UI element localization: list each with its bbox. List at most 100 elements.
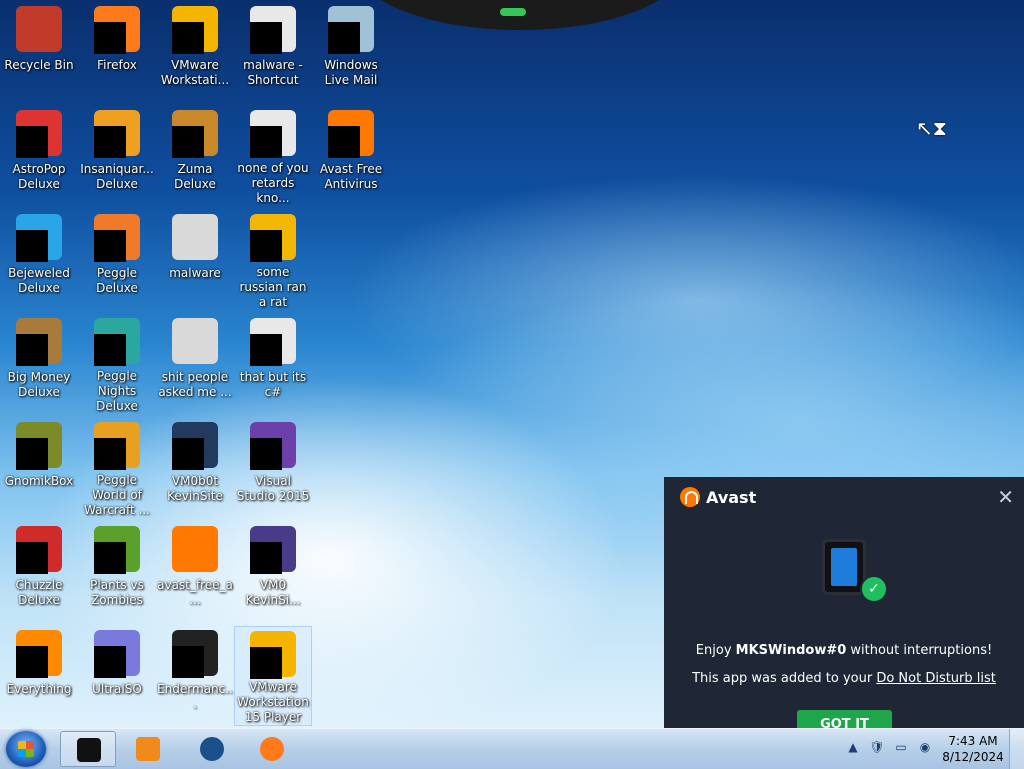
desktop-icon[interactable]: Peggle World of Warcraft ...: [78, 418, 156, 518]
desktop-icon[interactable]: VMware Workstati...: [156, 2, 234, 102]
app-icon: [92, 422, 142, 471]
desktop-icon-label: Peggle Nights Deluxe: [96, 369, 138, 413]
status-led: [500, 8, 526, 16]
app-icon: [248, 318, 298, 368]
desktop-icon[interactable]: Insaniquar... Deluxe: [78, 106, 156, 206]
desktop-icon[interactable]: Visual Studio 2015: [234, 418, 312, 518]
desktop-icon[interactable]: Recycle Bin: [0, 2, 78, 102]
desktop-icon-label: shit people asked me ...: [158, 370, 232, 399]
redaction-box: [328, 126, 360, 158]
desktop-icon[interactable]: UltraISO: [78, 626, 156, 726]
desktop-icon[interactable]: none of you retards kno...: [234, 106, 312, 206]
tray-icon[interactable]: ▲: [845, 739, 861, 755]
avast-brand-name: Avast: [706, 487, 757, 507]
desktop-icon-label: some russian ran a rat: [239, 265, 307, 309]
app-icon: [248, 110, 298, 159]
desktop-icon-label: malware: [169, 266, 221, 280]
redaction-box: [16, 334, 48, 366]
show-desktop-button[interactable]: [1009, 729, 1024, 769]
desktop-icon[interactable]: shit people asked me ...: [156, 314, 234, 414]
desktop-icon[interactable]: Plants vs Zombies: [78, 522, 156, 622]
clock-time: 7:43 AM: [948, 734, 998, 748]
taskbar: ▲ 🛡 ▭ ◉ 7:43 AM 8/12/2024: [0, 728, 1024, 769]
desktop-icon[interactable]: Avast Free Antivirus: [312, 106, 390, 206]
notification-detail: This app was added to your Do Not Distur…: [692, 671, 996, 686]
desktop-icon-label: VM0b0t KevinSite: [167, 474, 223, 503]
tray-icon[interactable]: ▭: [893, 739, 909, 755]
desktop-icon[interactable]: Big Money Deluxe: [0, 314, 78, 414]
desktop-icon[interactable]: Peggle Deluxe: [78, 210, 156, 310]
desktop-icon[interactable]: VMware Workstation 15 Player: [234, 626, 312, 726]
close-icon[interactable]: ✕: [997, 485, 1014, 509]
desktop-icon[interactable]: Bejeweled Deluxe: [0, 210, 78, 310]
app-icon: [92, 110, 142, 160]
redaction-box: [250, 438, 282, 470]
taskbar-globe-icon: [200, 737, 224, 761]
desktop-icon[interactable]: Firefox: [78, 2, 156, 102]
desktop-icon[interactable]: avast_free_a...: [156, 522, 234, 622]
got-it-button[interactable]: GOT IT: [797, 710, 892, 728]
desktop-icon-label: Firefox: [97, 58, 137, 72]
desktop-icon[interactable]: Chuzzle Deluxe: [0, 522, 78, 622]
app-icon: [170, 6, 220, 56]
clock[interactable]: 7:43 AM 8/12/2024: [938, 733, 1008, 765]
app-icon: [248, 526, 298, 576]
desktop-icon[interactable]: Everything: [0, 626, 78, 726]
app-icon: [14, 422, 64, 472]
desktop-icon-label: Avast Free Antivirus: [319, 162, 383, 191]
redaction-box: [250, 230, 282, 262]
desktop-icon[interactable]: Endermanc...: [156, 626, 234, 726]
app-icon: [14, 318, 64, 368]
desktop-icon[interactable]: AstroPop Deluxe: [0, 106, 78, 206]
desktop-icon[interactable]: Peggle Nights Deluxe: [78, 314, 156, 414]
taskbar-globe[interactable]: [184, 731, 240, 767]
desktop-icon[interactable]: some russian ran a rat: [234, 210, 312, 310]
app-name: MKSWindow#0: [735, 643, 847, 658]
tray-icon[interactable]: ◉: [917, 739, 933, 755]
desktop-icon-label: UltraISO: [92, 682, 142, 696]
desktop-icon[interactable]: Windows Live Mail: [312, 2, 390, 102]
redaction-box: [16, 126, 48, 158]
app-icon: [170, 422, 220, 472]
app-icon: [14, 6, 64, 56]
desktop-icon[interactable]: Zuma Deluxe: [156, 106, 234, 206]
start-button[interactable]: [6, 731, 46, 767]
redaction-box: [16, 438, 48, 470]
desktop-icon-label: Peggle World of Warcraft ...: [84, 473, 150, 517]
desktop-icon-label: Visual Studio 2015: [236, 474, 310, 503]
redaction-box: [172, 22, 204, 54]
taskbar-vm-app[interactable]: [60, 731, 116, 767]
taskbar-media-player-icon: [136, 737, 160, 761]
desktop-icon-label: Insaniquar... Deluxe: [80, 162, 154, 191]
desktop-icon[interactable]: malware: [156, 210, 234, 310]
redaction-box: [172, 438, 204, 470]
desktop-icon-label: Peggle Deluxe: [96, 266, 138, 295]
desktop-icon-label: Everything: [6, 682, 72, 696]
do-not-disturb-link[interactable]: Do Not Disturb list: [876, 671, 996, 686]
taskbar-firefox[interactable]: [244, 731, 300, 767]
vm-toolbar-notch[interactable]: [360, 0, 680, 30]
desktop-icon-label: Chuzzle Deluxe: [15, 578, 63, 607]
redaction-box: [94, 542, 126, 574]
desktop-icon[interactable]: VM0 KevinSi...: [234, 522, 312, 622]
app-icon: [248, 422, 298, 472]
desktop-icon[interactable]: VM0b0t KevinSite: [156, 418, 234, 518]
desktop[interactable]: Recycle Bin Firefox VMware Workstati... mal…: [0, 0, 1024, 728]
redaction-box: [250, 647, 282, 679]
redaction-box: [16, 230, 48, 262]
desktop-icon-label: Windows Live Mail: [324, 58, 378, 87]
redaction-box: [328, 22, 360, 54]
tray-icon[interactable]: 🛡: [869, 739, 885, 755]
desktop-icon-label: malware - Shortcut: [243, 58, 303, 87]
desktop-icon[interactable]: that but its c#: [234, 314, 312, 414]
checkmark-icon: ✓: [860, 575, 888, 603]
taskbar-media-player[interactable]: [120, 731, 176, 767]
app-icon: [326, 6, 376, 56]
app-icon: [92, 318, 142, 367]
desktop-icon[interactable]: malware - Shortcut: [234, 2, 312, 102]
app-icon: [14, 630, 64, 680]
desktop-icon-label: VMware Workstation 15 Player: [237, 680, 309, 724]
desktop-icon-label: avast_free_a...: [157, 578, 233, 607]
desktop-icon[interactable]: GnomikBox: [0, 418, 78, 518]
redaction-box: [250, 126, 282, 158]
